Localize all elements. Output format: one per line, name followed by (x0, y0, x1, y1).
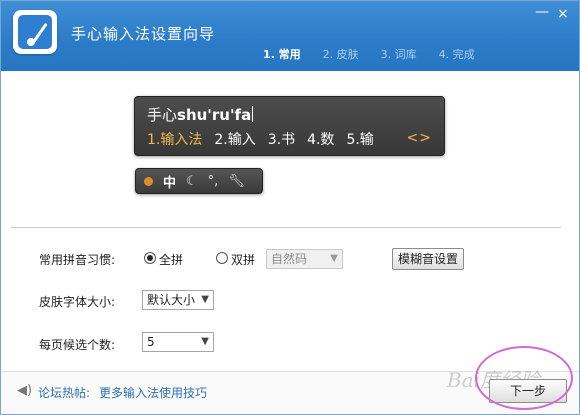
candidate-item: 2.输入 (214, 132, 256, 148)
composition-prefix: 手心 (147, 106, 178, 124)
fuzzy-sound-settings-button[interactable]: 模糊音设置 (392, 248, 464, 270)
candidates-per-page-select[interactable]: 5 ▼ (142, 332, 214, 352)
chevron-down-icon: ▼ (330, 253, 338, 264)
step-finish: 4. 完成 (438, 48, 475, 61)
candidate-window-preview: 手心shu'ru'fa 1.输入法 2.输入 3.书 4.数 5.输 <> (134, 96, 445, 156)
pinyin-habit-label: 常用拼音习惯: (39, 253, 116, 267)
candidate-item: 1.输入法 (147, 132, 203, 148)
app-logo-icon (13, 10, 57, 54)
candidate-list: 1.输入法 2.输入 3.书 4.数 5.输 (147, 129, 386, 149)
composition-pinyin: shu'ru'fa (177, 106, 252, 124)
chevron-down-icon: ▼ (201, 294, 209, 305)
close-icon[interactable]: × (557, 7, 569, 21)
wrench-icon: 🔧︎ (228, 173, 245, 189)
speaker-icon: ◀︎) (17, 383, 33, 398)
shuangpin-label[interactable]: 双拼 (231, 251, 255, 268)
chevron-down-icon: ▼ (201, 336, 209, 347)
section-divider (11, 227, 561, 228)
font-size-value: 默认大小 (147, 293, 196, 307)
status-bar-preview: 中 ☾ °, 🔧︎ (135, 168, 263, 194)
punctuation-icon: °, (207, 173, 219, 189)
font-size-select[interactable]: 默认大小 ▼ (142, 290, 214, 310)
step-common: 1. 常用 (263, 48, 301, 61)
candidate-item: 4.数 (307, 132, 335, 148)
annotation-ellipse (475, 346, 573, 410)
header-bar: 手心输入法设置向导 — × 1. 常用 2. 皮肤 3. 词库 4. 完成 (1, 1, 579, 71)
candidates-per-page-label: 每页候选个数: (39, 338, 116, 352)
shuangpin-scheme-value: 自然码 (271, 252, 308, 266)
step-dictionary: 3. 词库 (380, 48, 417, 61)
shuangpin-radio[interactable] (216, 252, 228, 264)
font-size-label: 皮肤字体大小: (39, 295, 116, 309)
candidate-item: 5.输 (346, 132, 374, 148)
shuangpin-scheme-select: 自然码 ▼ (266, 249, 343, 269)
candidates-per-page-value: 5 (147, 335, 155, 349)
setup-wizard-window: 手心输入法设置向导 — × 1. 常用 2. 皮肤 3. 词库 4. 完成 手心… (0, 0, 580, 415)
text-cursor (252, 106, 254, 122)
quanpin-radio[interactable] (144, 252, 156, 264)
mode-indicator: 中 (163, 175, 177, 191)
window-title: 手心输入法设置向导 (71, 25, 216, 43)
page-arrows-icon: <> (406, 130, 432, 146)
moon-icon: ☾ (186, 173, 198, 189)
step-skin: 2. 皮肤 (322, 48, 359, 61)
composition-text: 手心shu'ru'fa (147, 104, 254, 125)
wizard-steps: 1. 常用 2. 皮肤 3. 词库 4. 完成 (263, 46, 497, 62)
forum-tips-link[interactable]: 更多输入法使用技巧 (99, 384, 207, 401)
candidate-item: 3.书 (267, 132, 296, 148)
minimize-icon[interactable]: — (535, 5, 549, 19)
forum-hot-label: 论坛热帖: (38, 386, 91, 400)
dot-icon (144, 176, 153, 186)
quanpin-label[interactable]: 全拼 (159, 251, 183, 268)
